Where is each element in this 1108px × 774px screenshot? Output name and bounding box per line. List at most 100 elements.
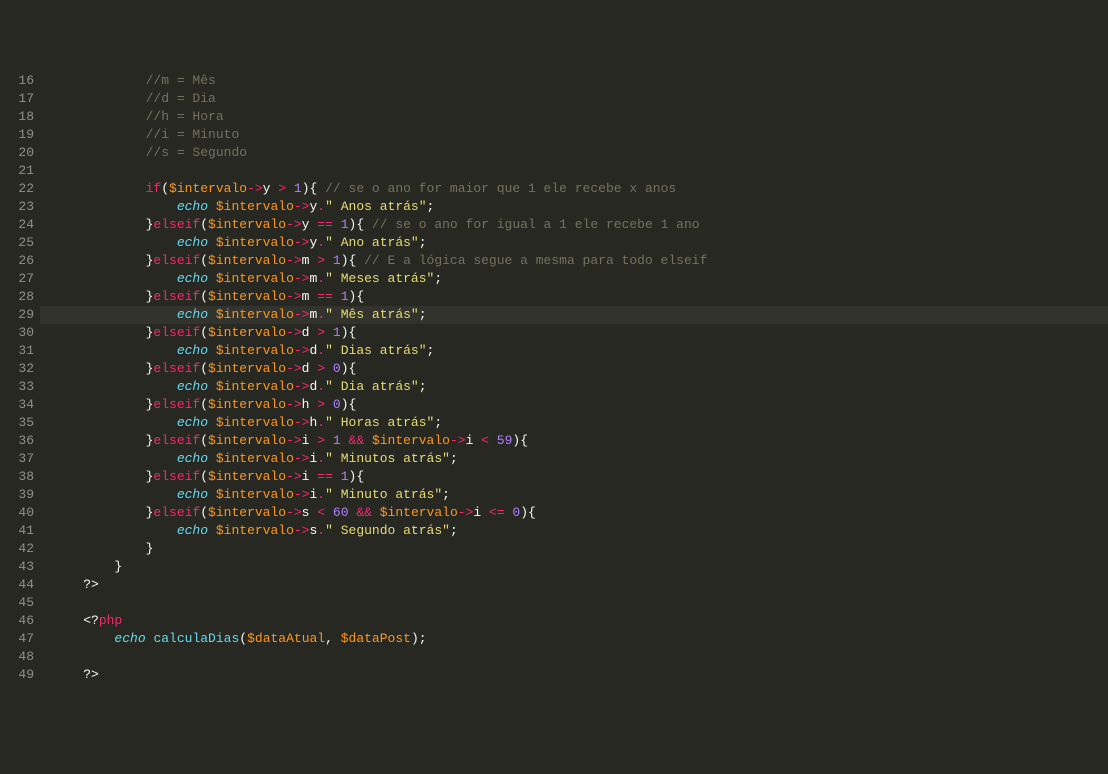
- line-number: 18: [0, 108, 34, 126]
- line-number: 44: [0, 576, 34, 594]
- token: [372, 505, 380, 520]
- token: [52, 163, 60, 178]
- token: ->: [286, 325, 302, 340]
- token: $intervalo: [216, 415, 294, 430]
- code-line[interactable]: //s = Segundo: [52, 144, 1108, 162]
- code-line[interactable]: }elseif($intervalo->i == 1){: [52, 468, 1108, 486]
- token: <: [473, 433, 496, 448]
- code-line[interactable]: echo $intervalo->d." Dias atrás";: [52, 342, 1108, 360]
- token: [52, 145, 146, 160]
- token: .: [317, 271, 325, 286]
- line-number: 32: [0, 360, 34, 378]
- code-line[interactable]: echo $intervalo->d." Dia atrás";: [52, 378, 1108, 396]
- code-line[interactable]: echo $intervalo->m." Mês atrás";: [52, 306, 1108, 324]
- token: ==: [309, 469, 340, 484]
- token: //s = Segundo: [146, 145, 247, 160]
- token: $intervalo: [169, 181, 247, 196]
- line-number: 43: [0, 558, 34, 576]
- line-number: 17: [0, 90, 34, 108]
- code-line[interactable]: echo $intervalo->m." Meses atrás";: [52, 270, 1108, 288]
- line-number: 33: [0, 378, 34, 396]
- token: echo: [177, 487, 208, 502]
- code-line[interactable]: }elseif($intervalo->h > 0){: [52, 396, 1108, 414]
- token: $intervalo: [380, 505, 458, 520]
- token: }: [52, 217, 153, 232]
- line-number: 31: [0, 342, 34, 360]
- token: $intervalo: [208, 325, 286, 340]
- code-line[interactable]: echo $intervalo->s." Segundo atrás";: [52, 522, 1108, 540]
- token: echo: [177, 235, 208, 250]
- token: 1: [294, 181, 302, 196]
- token: [52, 649, 60, 664]
- token: [208, 271, 216, 286]
- code-line[interactable]: }elseif($intervalo->m == 1){: [52, 288, 1108, 306]
- code-line[interactable]: if($intervalo->y > 1){ // se o ano for m…: [52, 180, 1108, 198]
- token: (: [200, 217, 208, 232]
- token: 0: [333, 397, 341, 412]
- line-number: 34: [0, 396, 34, 414]
- token: .: [317, 199, 325, 214]
- token: }: [52, 433, 153, 448]
- token: $intervalo: [208, 397, 286, 412]
- line-number: 49: [0, 666, 34, 684]
- token: echo: [114, 631, 145, 646]
- token: ;: [419, 235, 427, 250]
- token: " Dia atrás": [325, 379, 419, 394]
- code-line[interactable]: [52, 648, 1108, 666]
- token: ;: [450, 451, 458, 466]
- code-line[interactable]: echo $intervalo->y." Ano atrás";: [52, 234, 1108, 252]
- token: //h = Hora: [146, 109, 224, 124]
- code-line[interactable]: }: [52, 558, 1108, 576]
- code-line[interactable]: }elseif($intervalo->d > 1){: [52, 324, 1108, 342]
- code-line[interactable]: //i = Minuto: [52, 126, 1108, 144]
- token: .: [317, 523, 325, 538]
- token: [208, 451, 216, 466]
- token: [52, 73, 146, 88]
- token: $dataAtual: [247, 631, 325, 646]
- token: ){: [349, 469, 365, 484]
- token: [208, 487, 216, 502]
- code-line[interactable]: //d = Dia: [52, 90, 1108, 108]
- token: // se o ano for maior que 1 ele recebe x…: [325, 181, 676, 196]
- token: }: [52, 505, 153, 520]
- token: >: [309, 253, 332, 268]
- code-line[interactable]: [52, 594, 1108, 612]
- token: ->: [286, 361, 302, 376]
- code-line[interactable]: <?php: [52, 612, 1108, 630]
- token: }: [52, 469, 153, 484]
- token: //m = Mês: [146, 73, 216, 88]
- token: echo: [177, 379, 208, 394]
- token: }: [52, 289, 153, 304]
- token: .: [317, 415, 325, 430]
- code-line[interactable]: }elseif($intervalo->s < 60 && $intervalo…: [52, 504, 1108, 522]
- code-line[interactable]: echo $intervalo->y." Anos atrás";: [52, 198, 1108, 216]
- code-line[interactable]: echo calculaDias($dataAtual, $dataPost);: [52, 630, 1108, 648]
- token: ->: [450, 433, 466, 448]
- code-line[interactable]: }: [52, 540, 1108, 558]
- code-line[interactable]: }elseif($intervalo->d > 0){: [52, 360, 1108, 378]
- code-editor[interactable]: 1617181920212223242526272829303132333435…: [0, 72, 1108, 684]
- token: ->: [294, 307, 310, 322]
- token: (: [200, 397, 208, 412]
- code-line[interactable]: echo $intervalo->i." Minuto atrás";: [52, 486, 1108, 504]
- token: (: [200, 253, 208, 268]
- token: (: [200, 361, 208, 376]
- code-line[interactable]: ?>: [52, 576, 1108, 594]
- code-line[interactable]: //m = Mês: [52, 72, 1108, 90]
- code-line[interactable]: }elseif($intervalo->m > 1){ // E a lógic…: [52, 252, 1108, 270]
- code-line[interactable]: //h = Hora: [52, 108, 1108, 126]
- token: ;: [427, 199, 435, 214]
- code-line[interactable]: echo $intervalo->i." Minutos atrás";: [52, 450, 1108, 468]
- line-number: 36: [0, 432, 34, 450]
- code-line[interactable]: echo $intervalo->h." Horas atrás";: [52, 414, 1108, 432]
- line-number: 30: [0, 324, 34, 342]
- token: [52, 523, 177, 538]
- code-line[interactable]: ?>: [52, 666, 1108, 684]
- code-area[interactable]: //m = Mês //d = Dia //h = Hora //i = Min…: [46, 72, 1108, 684]
- code-line[interactable]: [52, 162, 1108, 180]
- token: $intervalo: [208, 253, 286, 268]
- code-line[interactable]: }elseif($intervalo->i > 1 && $intervalo-…: [52, 432, 1108, 450]
- token: [208, 199, 216, 214]
- token: $intervalo: [208, 217, 286, 232]
- code-line[interactable]: }elseif($intervalo->y == 1){ // se o ano…: [52, 216, 1108, 234]
